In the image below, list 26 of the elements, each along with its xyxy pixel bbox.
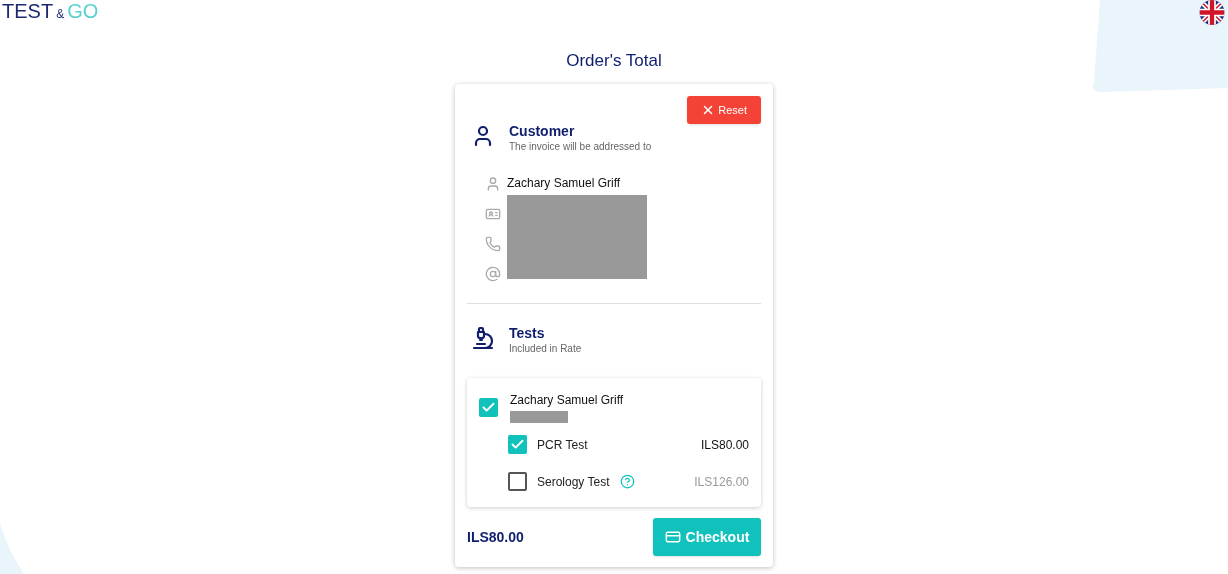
section-heading: Customer <box>509 122 576 140</box>
section-subtitle: The invoice will be addressed to <box>509 140 652 154</box>
section-subtitle: Included in Rate <box>509 342 582 356</box>
credit-card-icon <box>664 529 681 545</box>
test-price: ILS80.00 <box>700 436 749 454</box>
checkout-button[interactable]: Checkout <box>653 518 761 556</box>
checkbox[interactable] <box>479 398 498 417</box>
checkbox[interactable] <box>508 435 527 454</box>
phone-icon <box>485 236 501 252</box>
test-label: Serology Test <box>537 473 610 491</box>
order-total: ILS80.00 <box>467 527 524 547</box>
customer-name: Zachary Samuel Griff <box>507 175 622 191</box>
checkbox[interactable] <box>508 472 527 491</box>
page-title: Order's Total <box>566 50 662 72</box>
reset-button[interactable]: Reset <box>687 96 761 124</box>
logo[interactable]: TEST&GO <box>2 0 99 25</box>
microscope-icon <box>471 326 495 350</box>
test-price: ILS126.00 <box>694 473 749 491</box>
help-icon[interactable] <box>619 474 635 489</box>
section-heading: Tests <box>509 324 546 342</box>
person-icon <box>485 176 501 192</box>
redacted-block <box>510 411 568 423</box>
person-name: Zachary Samuel Griff <box>510 392 624 408</box>
test-label: PCR Test <box>537 436 588 454</box>
id-card-icon <box>485 206 501 222</box>
at-sign-icon <box>485 266 501 282</box>
